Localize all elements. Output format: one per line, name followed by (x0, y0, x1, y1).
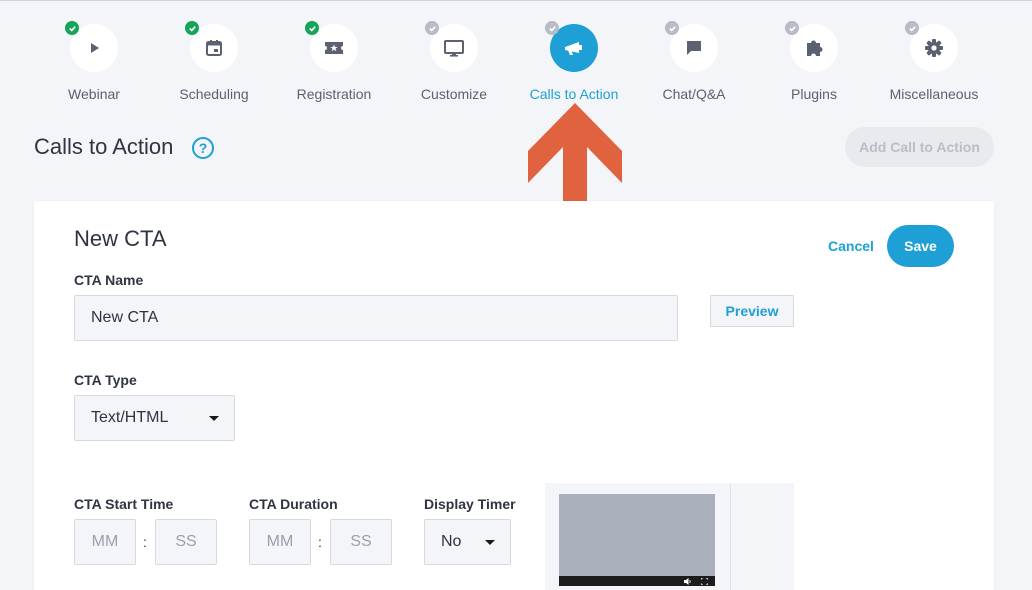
check-icon (305, 21, 319, 35)
cta-type-label: CTA Type (74, 372, 137, 388)
display-timer-label: Display Timer (424, 496, 516, 512)
display-timer-value: No (441, 533, 462, 550)
puzzle-icon (807, 40, 823, 56)
panel-divider (730, 483, 731, 590)
calendar-icon (206, 40, 222, 56)
check-icon (785, 21, 799, 35)
step-plugins-circle (785, 21, 838, 72)
display-timer-select[interactable]: No (424, 519, 511, 565)
step-webinar-circle (65, 21, 118, 72)
start-minutes-input[interactable]: MM (74, 519, 136, 565)
step-miscellaneous[interactable]: Miscellaneous (874, 21, 994, 102)
megaphone-icon (565, 42, 582, 55)
wizard-steps: Webinar Scheduling Registration Customiz… (0, 0, 1032, 110)
video-player[interactable] (559, 494, 715, 586)
time-separator: : (143, 534, 147, 550)
check-icon (905, 21, 919, 35)
form-title: New CTA (74, 226, 167, 251)
chevron-down-icon (209, 416, 219, 421)
cta-type-select[interactable]: Text/HTML (74, 395, 235, 441)
step-calls-to-action[interactable]: Calls to Action (514, 21, 634, 102)
step-registration-circle (305, 21, 358, 72)
chevron-down-icon (485, 540, 495, 545)
play-icon (91, 43, 99, 53)
preview-button[interactable]: Preview (710, 295, 794, 327)
help-icon[interactable]: ? (192, 137, 214, 159)
step-scheduling[interactable]: Scheduling (154, 21, 274, 102)
check-icon (65, 21, 79, 35)
ticket-icon (325, 42, 343, 54)
cta-duration-label: CTA Duration (249, 496, 338, 512)
duration-minutes-input[interactable]: MM (249, 519, 311, 565)
step-plugins[interactable]: Plugins (754, 21, 874, 102)
save-button[interactable]: Save (887, 225, 954, 267)
duration-seconds-input[interactable]: SS (330, 519, 392, 565)
check-icon (185, 21, 199, 35)
step-label: Customize (420, 86, 488, 102)
step-customize[interactable]: Customize (394, 21, 514, 102)
step-chat-qa[interactable]: Chat/Q&A (634, 21, 754, 102)
start-seconds-input[interactable]: SS (155, 519, 217, 565)
check-icon (545, 21, 559, 35)
step-label: Chat/Q&A (662, 86, 726, 102)
step-label: Registration (296, 86, 372, 102)
fullscreen-icon[interactable] (701, 578, 708, 585)
step-chat-qa-circle (665, 21, 718, 72)
gear-icon (925, 39, 943, 57)
monitor-icon (444, 40, 464, 57)
time-separator: : (318, 534, 322, 550)
step-miscellaneous-circle (905, 21, 958, 72)
step-registration[interactable]: Registration (274, 21, 394, 102)
step-webinar[interactable]: Webinar (34, 21, 154, 102)
step-customize-circle (425, 21, 478, 72)
chat-icon (687, 41, 701, 55)
step-label: Miscellaneous (889, 86, 979, 102)
step-label: Scheduling (179, 86, 249, 102)
video-preview-panel (545, 483, 794, 590)
check-icon (425, 21, 439, 35)
cta-type-value: Text/HTML (91, 409, 169, 426)
page-title: Calls to Action (34, 134, 174, 159)
volume-icon[interactable] (684, 578, 692, 585)
check-icon (665, 21, 679, 35)
step-label: Plugins (791, 86, 837, 102)
cta-name-label: CTA Name (74, 272, 144, 288)
step-calls-to-action-circle (545, 21, 598, 72)
step-scheduling-circle (185, 21, 238, 72)
step-label: Webinar (68, 86, 120, 102)
cta-start-time-label: CTA Start Time (74, 496, 174, 512)
step-label: Calls to Action (529, 86, 619, 102)
cta-form-card: New CTA Cancel Save CTA Name New CTA Pre… (34, 201, 994, 590)
cta-name-input[interactable]: New CTA (74, 295, 678, 341)
cancel-button[interactable]: Cancel (828, 238, 874, 254)
add-call-to-action-button[interactable]: Add Call to Action (845, 127, 994, 167)
video-controls (559, 576, 715, 586)
